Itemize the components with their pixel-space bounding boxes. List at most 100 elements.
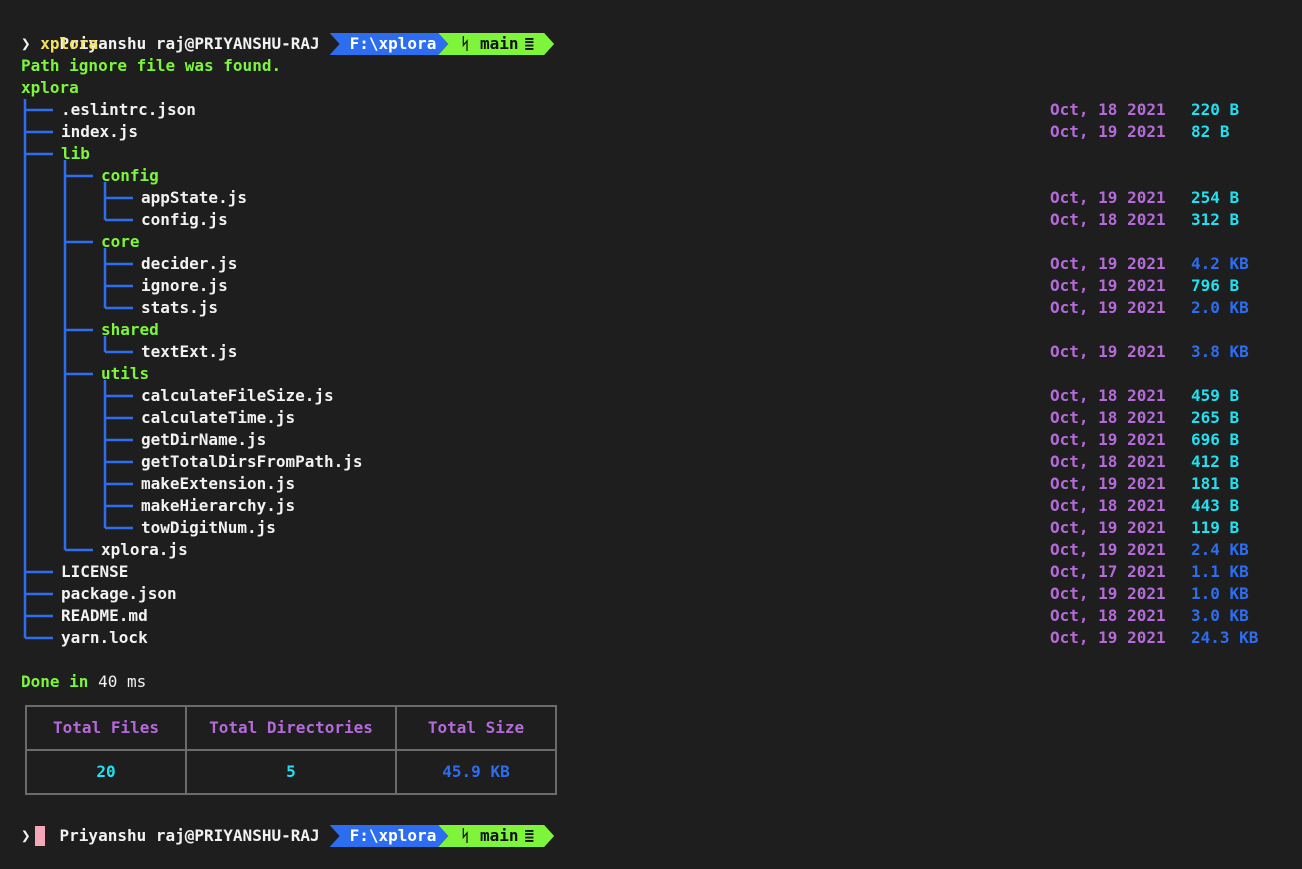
prompt-chevron-icon: ❯ [21, 826, 31, 845]
file-size: 312 B [1191, 210, 1240, 229]
tree-dir-row: core [21, 231, 1291, 253]
tree-file-row: calculateFileSize.js Oct, 18 2021 459 B [21, 385, 1291, 407]
dir-name: shared [101, 320, 159, 339]
tree-file-row: xplora.js Oct, 19 2021 2.4 KB [21, 539, 1291, 561]
command-line: ❯ xplora [21, 33, 1291, 55]
done-label: Done in [21, 672, 89, 691]
dir-name: core [101, 232, 140, 251]
file-date: Oct, 19 2021 [1050, 518, 1166, 537]
file-date: Oct, 19 2021 [1050, 430, 1166, 449]
file-date: Oct, 19 2021 [1050, 188, 1166, 207]
file-name: decider.js [141, 254, 238, 273]
file-date: Oct, 18 2021 [1050, 408, 1166, 427]
tree-file-row: textExt.js Oct, 19 2021 3.8 KB [21, 341, 1291, 363]
terminal-window[interactable]: Priyanshu raj@PRIYANSHU-RAJ F:\xplora ᛋ ma… [21, 11, 1291, 693]
file-name: calculateFileSize.js [141, 386, 334, 405]
file-name: .eslintrc.json [61, 100, 196, 119]
file-date: Oct, 17 2021 [1050, 562, 1166, 581]
file-date: Oct, 19 2021 [1050, 540, 1166, 559]
tree-file-row: decider.js Oct, 19 2021 4.2 KB [21, 253, 1291, 275]
file-date: Oct, 19 2021 [1050, 628, 1166, 647]
done-time: 40 ms [98, 672, 147, 691]
file-size: 220 B [1191, 100, 1240, 119]
file-size: 1.1 KB [1191, 562, 1249, 581]
tree-file-row: ignore.js Oct, 19 2021 796 B [21, 275, 1291, 297]
file-size: 696 B [1191, 430, 1240, 449]
file-name: index.js [61, 122, 139, 141]
file-size: 3.8 KB [1191, 342, 1249, 361]
file-date: Oct, 19 2021 [1050, 254, 1166, 273]
tree-file-row: config.js Oct, 18 2021 312 B [21, 209, 1291, 231]
file-name: ignore.js [141, 276, 228, 295]
file-name: LICENSE [61, 562, 129, 581]
stats-total-dirs: 5 [185, 749, 397, 795]
tree-file-row: LICENSE Oct, 17 2021 1.1 KB [21, 561, 1291, 583]
tree-file-row: yarn.lock Oct, 19 2021 24.3 KB [21, 627, 1291, 649]
stats-header-files: Total Files [25, 705, 187, 751]
file-size: 2.4 KB [1191, 540, 1249, 559]
stats-header-dirs: Total Directories [185, 705, 397, 751]
ignore-message: Path ignore file was found. [21, 56, 282, 75]
prompt-line: Priyanshu raj@PRIYANSHU-RAJ F:\xplora ᛋ ma… [21, 11, 1291, 33]
tree-file-row: getTotalDirsFromPath.js Oct, 18 2021 412 B [21, 451, 1291, 473]
stats-header-size: Total Size [395, 705, 557, 751]
file-date: Oct, 18 2021 [1050, 386, 1166, 405]
tree-file-row: makeHierarchy.js Oct, 18 2021 443 B [21, 495, 1291, 517]
terminal-bottom[interactable]: Priyanshu raj@PRIYANSHU-RAJ F:\xplora ᛋ ma… [21, 803, 1291, 847]
tree-file-row: appState.js Oct, 19 2021 254 B [21, 187, 1291, 209]
dir-name: utils [101, 364, 150, 383]
file-name: config.js [141, 210, 228, 229]
tree-file-row: README.md Oct, 18 2021 3.0 KB [21, 605, 1291, 627]
file-name: makeExtension.js [141, 474, 296, 493]
file-date: Oct, 19 2021 [1050, 122, 1166, 141]
file-date: Oct, 18 2021 [1050, 496, 1166, 515]
stats-table: Total Files Total Directories Total Size… [25, 705, 557, 795]
tree-file-row: .eslintrc.json Oct, 18 2021 220 B [21, 99, 1291, 121]
file-name: getDirName.js [141, 430, 267, 449]
file-size: 24.3 KB [1191, 628, 1259, 647]
file-name: xplora.js [101, 540, 188, 559]
file-name: package.json [61, 584, 177, 603]
file-name: appState.js [141, 188, 247, 207]
file-date: Oct, 18 2021 [1050, 100, 1166, 119]
tree-file-row: makeExtension.js Oct, 19 2021 181 B [21, 473, 1291, 495]
dir-name: lib [61, 144, 90, 163]
file-size: 459 B [1191, 386, 1240, 405]
file-name: getTotalDirsFromPath.js [141, 452, 363, 471]
file-date: Oct, 18 2021 [1050, 606, 1166, 625]
tree-file-row: getDirName.js Oct, 19 2021 696 B [21, 429, 1291, 451]
file-name: stats.js [141, 298, 219, 317]
prompt-chevron-icon: ❯ [21, 34, 31, 53]
file-date: Oct, 18 2021 [1050, 210, 1166, 229]
file-size: 181 B [1191, 474, 1240, 493]
tree-file-row: calculateTime.js Oct, 18 2021 265 B [21, 407, 1291, 429]
file-name: makeHierarchy.js [141, 496, 296, 515]
file-date: Oct, 19 2021 [1050, 584, 1166, 603]
file-size: 4.2 KB [1191, 254, 1249, 273]
tree-dir-row: lib [21, 143, 1291, 165]
file-date: Oct, 19 2021 [1050, 276, 1166, 295]
file-name: README.md [61, 606, 148, 625]
stats-header-row: Total Files Total Directories Total Size [25, 705, 557, 751]
input-line[interactable]: ❯ [21, 825, 1291, 847]
tree-file-row: stats.js Oct, 19 2021 2.0 KB [21, 297, 1291, 319]
file-date: Oct, 19 2021 [1050, 298, 1166, 317]
file-name: yarn.lock [61, 628, 148, 647]
done-line: Done in 40 ms [21, 671, 1291, 693]
file-size: 119 B [1191, 518, 1240, 537]
file-size: 254 B [1191, 188, 1240, 207]
tree-dir-row: utils [21, 363, 1291, 385]
file-date: Oct, 18 2021 [1050, 452, 1166, 471]
tree-root: xplora [21, 78, 79, 97]
file-name: towDigitNum.js [141, 518, 276, 537]
stats-value-row: 20 5 45.9 KB [25, 749, 557, 795]
tree-file-row: package.json Oct, 19 2021 1.0 KB [21, 583, 1291, 605]
text-cursor[interactable] [34, 826, 45, 846]
dir-name: config [101, 166, 159, 185]
file-size: 1.0 KB [1191, 584, 1249, 603]
file-date: Oct, 19 2021 [1050, 342, 1166, 361]
file-size: 3.0 KB [1191, 606, 1249, 625]
file-size: 265 B [1191, 408, 1240, 427]
file-tree: .eslintrc.json Oct, 18 2021 220 B index.js O… [21, 99, 1291, 649]
command-text: xplora [40, 34, 99, 53]
